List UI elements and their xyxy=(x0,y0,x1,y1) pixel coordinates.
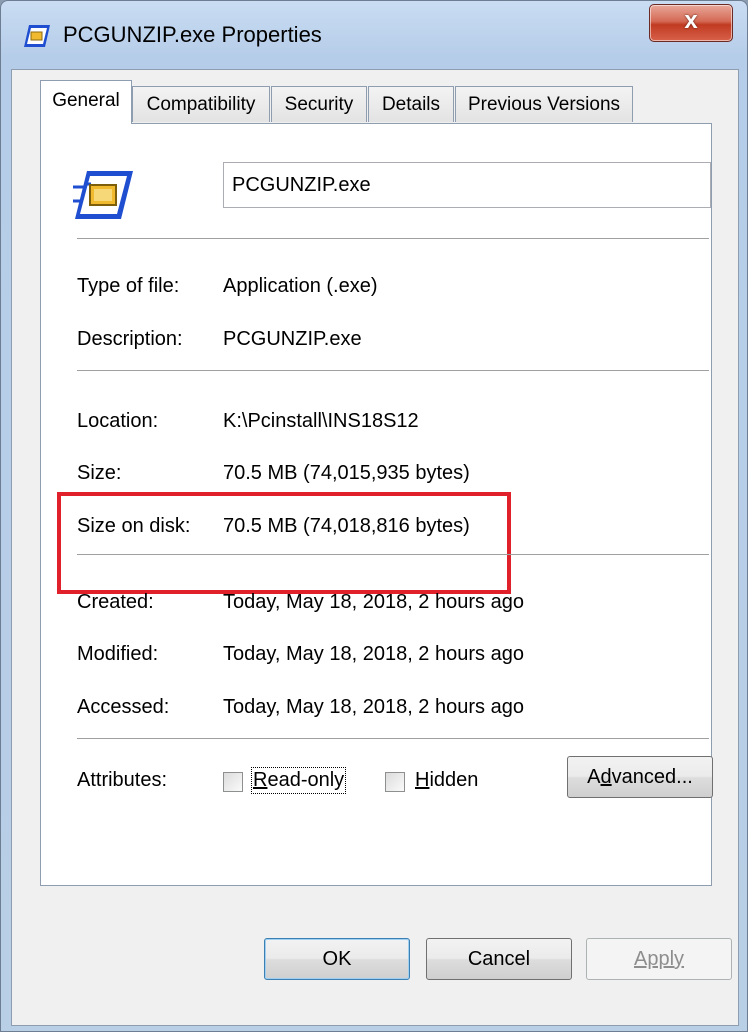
window-title: PCGUNZIP.exe Properties xyxy=(63,22,322,47)
tab-details[interactable]: Details xyxy=(368,86,454,122)
properties-window: PCGUNZIP.exe Properties x General Compat… xyxy=(0,0,748,1032)
type-of-file-value: Application (.exe) xyxy=(223,275,378,297)
apply-button[interactable]: Apply xyxy=(586,938,732,980)
size-label: Size: xyxy=(77,462,122,484)
separator xyxy=(77,738,709,739)
separator xyxy=(77,370,709,371)
tab-compatibility[interactable]: Compatibility xyxy=(132,86,270,122)
cancel-button[interactable]: Cancel xyxy=(426,938,572,980)
size-on-disk-value: 70.5 MB (74,018,816 bytes) xyxy=(223,515,470,537)
description-value: PCGUNZIP.exe xyxy=(223,328,362,350)
read-only-checkbox[interactable] xyxy=(223,772,243,792)
application-icon xyxy=(24,25,50,47)
dialog-client-area: General Compatibility Security Details P… xyxy=(11,69,739,1026)
tab-general[interactable]: General xyxy=(40,80,132,124)
ok-button[interactable]: OK xyxy=(264,938,410,980)
modified-value: Today, May 18, 2018, 2 hours ago xyxy=(223,643,524,665)
hidden-checkbox[interactable] xyxy=(385,772,405,792)
tab-security[interactable]: Security xyxy=(271,86,367,122)
advanced-button[interactable]: Advanced... xyxy=(567,756,713,798)
created-value: Today, May 18, 2018, 2 hours ago xyxy=(223,591,524,613)
close-button[interactable]: x xyxy=(649,4,733,42)
description-label: Description: xyxy=(77,328,183,350)
read-only-label[interactable]: Read-only xyxy=(250,767,347,794)
accessed-label: Accessed: xyxy=(77,696,170,718)
type-of-file-label: Type of file: xyxy=(77,275,180,297)
file-name-field[interactable] xyxy=(223,162,711,208)
general-tab-panel: Type of file: Application (.exe) Descrip… xyxy=(40,123,713,886)
size-on-disk-label: Size on disk: xyxy=(77,515,191,537)
tab-previous-versions[interactable]: Previous Versions xyxy=(455,86,633,122)
separator xyxy=(77,554,709,555)
attributes-label: Attributes: xyxy=(77,769,168,791)
size-value: 70.5 MB (74,015,935 bytes) xyxy=(223,462,470,484)
hidden-label[interactable]: Hidden xyxy=(415,769,478,792)
accessed-value: Today, May 18, 2018, 2 hours ago xyxy=(223,696,524,718)
close-icon: x xyxy=(684,7,698,34)
exe-file-icon xyxy=(73,171,133,219)
size-highlight-box xyxy=(57,492,511,594)
location-value: K:\Pcinstall\INS18S12 xyxy=(223,410,419,432)
modified-label: Modified: xyxy=(77,643,159,665)
separator xyxy=(77,238,709,239)
location-label: Location: xyxy=(77,410,159,432)
created-label: Created: xyxy=(77,591,154,613)
title-bar[interactable]: PCGUNZIP.exe Properties x xyxy=(1,1,747,69)
